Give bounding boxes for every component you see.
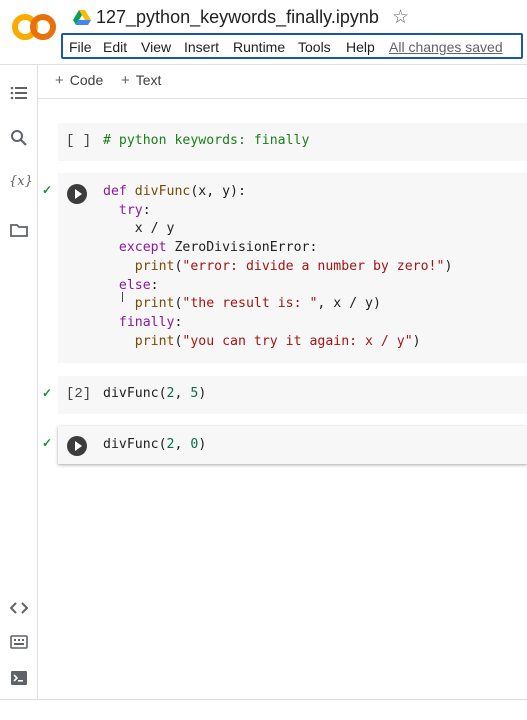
cell-code[interactable]: # python keywords: finally: [103, 132, 309, 151]
code-snippets-icon[interactable]: [10, 599, 28, 617]
code-line: x / y: [103, 221, 175, 237]
menu-help[interactable]: Help: [346, 39, 375, 55]
left-sidebar: {x}: [0, 65, 38, 700]
command-palette-icon[interactable]: [10, 633, 28, 651]
add-text-button[interactable]: + Text: [121, 72, 161, 89]
menu-edit[interactable]: Edit: [103, 39, 127, 55]
add-text-label: Text: [135, 72, 162, 88]
execution-check-icon: ✓: [42, 386, 53, 400]
table-of-contents-icon[interactable]: [10, 84, 28, 102]
terminal-icon[interactable]: [10, 669, 28, 687]
text-cursor: [122, 292, 123, 302]
execution-check-icon: ✓: [42, 183, 53, 197]
star-icon[interactable]: ☆: [392, 6, 409, 29]
drive-icon[interactable]: [73, 10, 91, 26]
cell-code[interactable]: def divFunc(x, y): try: x / y except Zer…: [103, 183, 452, 351]
save-status[interactable]: All changes saved: [389, 39, 503, 55]
menu-file[interactable]: File: [69, 39, 92, 55]
code-line: finally:: [118, 314, 183, 330]
menu-bar: File Edit View Insert Runtime Tools Help…: [61, 33, 523, 59]
files-folder-icon[interactable]: [10, 221, 28, 239]
search-icon[interactable]: [10, 129, 28, 147]
run-cell-button[interactable]: [67, 436, 87, 456]
code-line: def divFunc(x, y):: [103, 184, 246, 199]
cell-prompt: [2]: [66, 386, 92, 402]
code-line: print("you can try it again: x / y"): [134, 333, 421, 349]
add-code-button[interactable]: + Code: [55, 72, 103, 89]
code-line: try:: [118, 202, 151, 218]
add-code-label: Code: [69, 72, 104, 88]
menu-view[interactable]: View: [141, 39, 171, 55]
plus-icon: +: [55, 72, 64, 89]
colab-logo-icon[interactable]: [12, 10, 56, 44]
menu-insert[interactable]: Insert: [184, 39, 219, 55]
cell-prompt: [ ]: [66, 133, 92, 149]
plus-icon: +: [121, 72, 130, 89]
menu-tools[interactable]: Tools: [298, 39, 331, 55]
code-line: else:: [118, 277, 159, 293]
cell-code[interactable]: divFunc(2, 0): [103, 436, 206, 455]
notebook-title[interactable]: 127_python_keywords_finally.ipynb: [96, 7, 379, 28]
cell-code[interactable]: divFunc(2, 5): [103, 385, 206, 404]
status-divider: [0, 699, 527, 700]
run-cell-button[interactable]: [67, 184, 87, 204]
code-line: except ZeroDivisionError:: [118, 240, 318, 256]
menu-runtime[interactable]: Runtime: [233, 39, 285, 55]
cell-toolbar: + Code + Text: [38, 65, 527, 99]
variables-icon[interactable]: {x}: [9, 174, 33, 192]
code-line: print("the result is: ", x / y): [134, 296, 381, 312]
execution-check-icon: ✓: [42, 436, 53, 450]
header: 127_python_keywords_finally.ipynb ☆ File…: [0, 0, 527, 66]
code-line: print("error: divide a number by zero!"): [134, 258, 453, 274]
